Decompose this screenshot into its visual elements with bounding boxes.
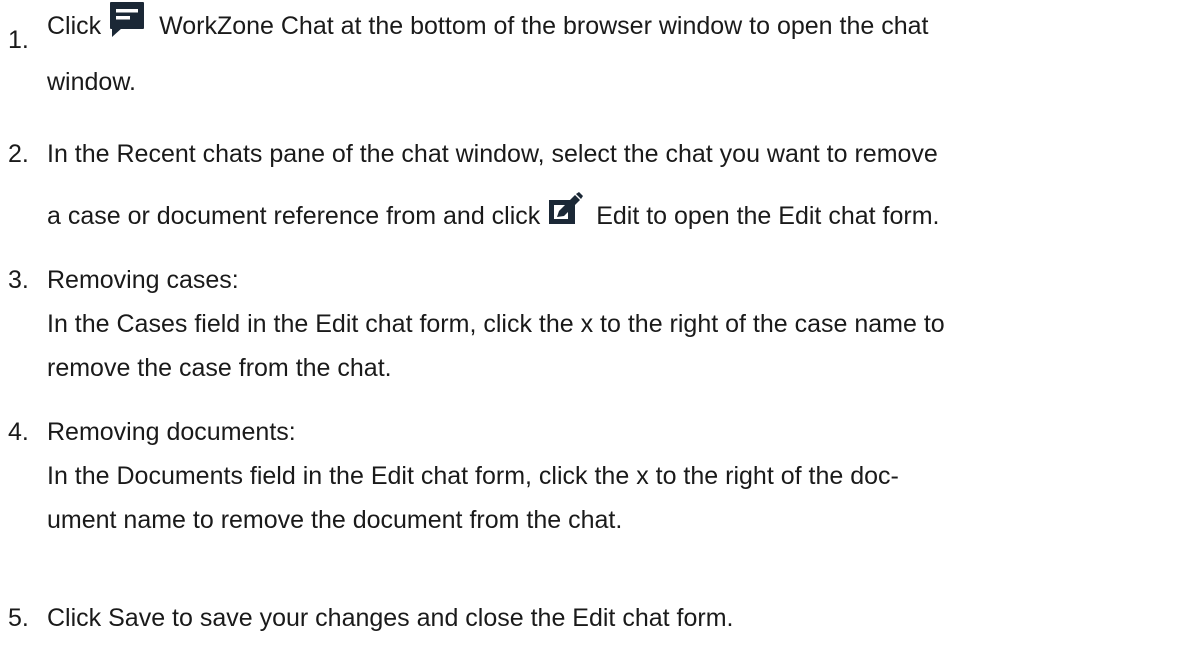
step-text: to the right of the case name to bbox=[593, 310, 945, 338]
workzone-chat-label: WorkZone Chat bbox=[159, 12, 334, 40]
step-text: to open the bbox=[639, 202, 779, 230]
x-label: x bbox=[636, 462, 649, 490]
save-label: Save bbox=[108, 604, 166, 632]
step-text: form, click the bbox=[412, 310, 581, 338]
step-text: to the right of the doc- bbox=[648, 462, 899, 490]
cases-label: Cases bbox=[116, 310, 188, 338]
step-number: 3. bbox=[8, 266, 29, 294]
recent-chats-label: Recent chats bbox=[116, 140, 263, 168]
step-text: window. bbox=[47, 68, 136, 96]
step-text: form. bbox=[669, 604, 734, 632]
step-text: In the bbox=[47, 462, 117, 490]
step-text: form. bbox=[875, 202, 940, 230]
step-text: a case or document reference from and cl… bbox=[47, 202, 548, 230]
edit-icon bbox=[547, 192, 585, 242]
step-text: ument name to remove the document from t… bbox=[47, 506, 623, 534]
step-text: to save your changes and close the bbox=[165, 604, 573, 632]
chat-icon bbox=[108, 2, 146, 56]
edit-chat-label: Edit chat bbox=[572, 604, 670, 632]
documents-label: Documents bbox=[116, 462, 243, 490]
step-text: form, click the bbox=[468, 462, 637, 490]
step-number: 1. bbox=[8, 26, 29, 54]
step-text: Click bbox=[47, 604, 109, 632]
edit-chat-label: Edit chat bbox=[370, 462, 469, 490]
step-text: In the bbox=[47, 140, 117, 168]
step-text: at the bottom of the browser window to o… bbox=[333, 12, 929, 40]
procedure-document: 1. Click WorkZone Chat at the bottom of … bbox=[0, 0, 1203, 652]
step-text: field in the bbox=[242, 462, 371, 490]
edit-label: Edit bbox=[596, 202, 640, 230]
step-text: pane of the chat window, select the chat… bbox=[262, 140, 938, 168]
step-number: 4. bbox=[8, 418, 29, 446]
step-text: Click bbox=[47, 12, 102, 40]
step-text: In the bbox=[47, 310, 117, 338]
step-text: field in the bbox=[187, 310, 316, 338]
step-number: 5. bbox=[8, 604, 29, 632]
removing-documents-heading: Removing documents: bbox=[47, 418, 296, 446]
edit-chat-label: Edit chat bbox=[778, 202, 876, 230]
step-number: 2. bbox=[8, 140, 29, 168]
x-label: x bbox=[580, 310, 594, 338]
removing-cases-heading: Removing cases: bbox=[47, 266, 239, 294]
edit-chat-label: Edit chat bbox=[315, 310, 413, 338]
step-text: remove the case from the chat. bbox=[47, 354, 392, 382]
